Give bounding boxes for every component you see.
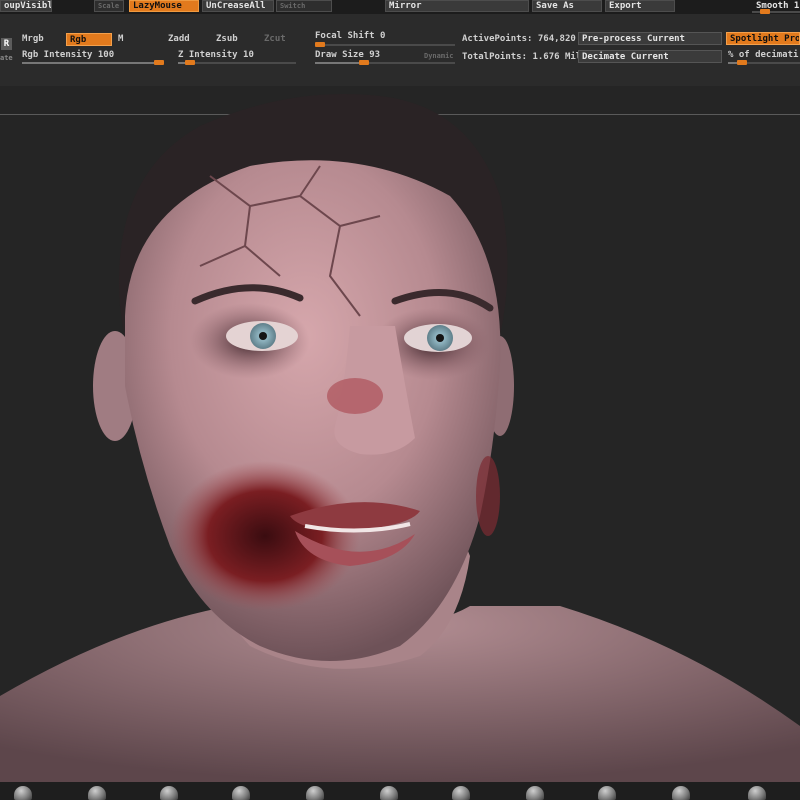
brush-icon[interactable] [380, 786, 398, 800]
z-intensity-knob[interactable] [184, 60, 195, 65]
focal-shift-value: 0 [380, 31, 386, 41]
mrgb-toggle[interactable]: Mrgb [22, 34, 44, 45]
rgb-intensity-label[interactable]: Rgb Intensity 100 [22, 50, 114, 61]
zsub-toggle[interactable]: Zsub [216, 34, 238, 45]
scale-button[interactable]: Scale [94, 0, 124, 12]
brush-icon[interactable] [14, 786, 32, 800]
m-toggle[interactable]: M [118, 34, 123, 45]
brush-icon[interactable] [306, 786, 324, 800]
right-pupil [436, 334, 444, 342]
cheek-tear [476, 456, 500, 536]
draw-size-slider[interactable] [315, 60, 455, 65]
z-intensity-label-text: Z Intensity [178, 50, 238, 60]
percent-decimation-knob[interactable] [737, 60, 748, 65]
z-intensity-slider[interactable] [178, 60, 296, 65]
focal-shift-slider[interactable] [315, 42, 455, 47]
focal-shift-label-text: Focal Shift [315, 31, 375, 41]
draw-size-label-text: Draw Size [315, 50, 364, 60]
smooth-slider[interactable] [752, 9, 800, 14]
draw-size-fill [315, 62, 364, 64]
rgb-intensity-fill [22, 62, 164, 64]
brush-icon[interactable] [452, 786, 470, 800]
active-points-label: ActivePoints: [462, 34, 533, 44]
brush-icon[interactable] [598, 786, 616, 800]
rgb-intensity-label-text: Rgb Intensity [22, 50, 93, 60]
rgb-intensity-knob[interactable] [154, 60, 164, 65]
brush-icon[interactable] [672, 786, 690, 800]
rgb-toggle[interactable]: Rgb [66, 33, 112, 46]
brush-shelf [0, 782, 800, 800]
r-sub-label: ate [0, 54, 13, 62]
jaw-wound [170, 461, 360, 611]
rgb-intensity-value: 100 [97, 50, 115, 60]
mirror-button[interactable]: Mirror [385, 0, 529, 12]
active-points-readout: ActivePoints: 764,820 [462, 34, 576, 45]
draw-size-knob[interactable] [359, 60, 369, 65]
r-button[interactable]: R [1, 38, 12, 50]
decimate-current-button[interactable]: Decimate Current [578, 50, 722, 63]
uncrease-all-button[interactable]: UnCreaseAll [202, 0, 274, 12]
spotlight-projection-button[interactable]: Spotlight Proje [726, 32, 800, 45]
brush-icon[interactable] [160, 786, 178, 800]
z-intensity-value: 10 [243, 50, 254, 60]
brush-icon[interactable] [232, 786, 250, 800]
brush-control-panel: R ate Mrgb Rgb M Rgb Intensity 100 Zadd … [0, 14, 800, 86]
draw-size-value: 93 [369, 50, 381, 60]
nose-bruise [327, 378, 383, 414]
top-toolbar: oupVisible Scale LazyMouse UnCreaseAll S… [0, 0, 800, 14]
active-points-value: 764,820 [537, 34, 576, 44]
switch-button[interactable]: Switch [276, 0, 332, 12]
draw-size-label[interactable]: Draw Size 93 [315, 50, 380, 61]
total-points-readout: TotalPoints: 1.676 Mil [462, 52, 581, 63]
total-points-label: TotalPoints: [462, 52, 528, 62]
brush-icon[interactable] [88, 786, 106, 800]
group-visible-button[interactable]: oupVisible [0, 0, 52, 12]
brush-icon[interactable] [748, 786, 766, 800]
zcut-toggle[interactable]: Zcut [264, 34, 286, 45]
lazy-mouse-button[interactable]: LazyMouse [129, 0, 199, 12]
preprocess-current-button[interactable]: Pre-process Current [578, 32, 722, 45]
zadd-toggle[interactable]: Zadd [168, 34, 190, 45]
rgb-intensity-slider[interactable] [22, 60, 164, 65]
percent-decimation-slider[interactable] [728, 60, 800, 65]
total-points-value: 1.676 Mil [532, 52, 582, 62]
focal-shift-label[interactable]: Focal Shift 0 [315, 31, 385, 42]
sculpt-viewport[interactable] [0, 86, 800, 782]
save-as-button[interactable]: Save As [532, 0, 602, 12]
dynamic-toggle[interactable]: Dynamic [424, 51, 454, 62]
left-pupil [259, 332, 267, 340]
export-button[interactable]: Export [605, 0, 675, 12]
zombie-head-model[interactable] [0, 86, 800, 782]
focal-shift-knob[interactable] [315, 42, 325, 47]
brush-icon[interactable] [526, 786, 544, 800]
